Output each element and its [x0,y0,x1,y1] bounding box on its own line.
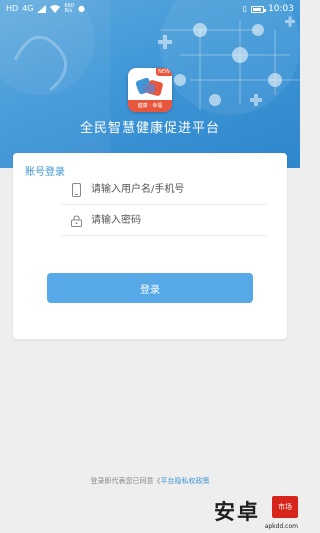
logo-band: 健康 · 幸福 [128,100,172,112]
carrier-label: HD [6,4,19,13]
password-field [61,206,267,236]
watermark-badge: 市场 [272,496,298,518]
privacy-policy-link[interactable]: 平台隐私权政策 [161,477,210,485]
watermark-main: 安卓 [214,500,260,524]
signal-label: 4G [22,4,34,13]
agreement-prefix: 登录即代表您已同意《 [90,477,161,485]
username-input[interactable] [91,175,261,204]
network-speed: 660 B/s [64,4,74,14]
signal-icon [37,5,47,13]
status-bar: HD 4G 660 B/s ● ▯ 10:03 [0,0,300,18]
app-logo: NEW 健康 · 幸福 [128,68,172,112]
network-speed-unit: B/s [64,8,73,14]
watermark: 安卓 市场 apkdd.com [214,496,298,530]
battery-level [253,7,262,11]
phone-icon [61,182,91,197]
watermark-url: apkdd.com [264,523,298,530]
logo-new-tag: NEW [156,68,172,76]
username-field [61,175,267,205]
chat-icon: ● [78,4,86,13]
password-input[interactable] [91,206,261,235]
login-button[interactable]: 登录 [47,273,253,303]
header-banner: NEW 健康 · 幸福 全民智慧健康促进平台 [0,0,300,168]
clock: 10:03 [268,4,294,14]
lock-icon [61,214,91,227]
vibrate-icon: ▯ [242,4,248,13]
app-title: 全民智慧健康促进平台 [79,121,220,136]
agreement-text: 登录即代表您已同意《平台隐私权政策 [0,476,300,486]
login-card: 账号登录 登录 [13,153,287,339]
wifi-icon [50,5,61,13]
battery-icon [251,5,267,13]
login-section-title: 账号登录 [25,167,65,178]
logo-mark-icon [135,77,163,96]
